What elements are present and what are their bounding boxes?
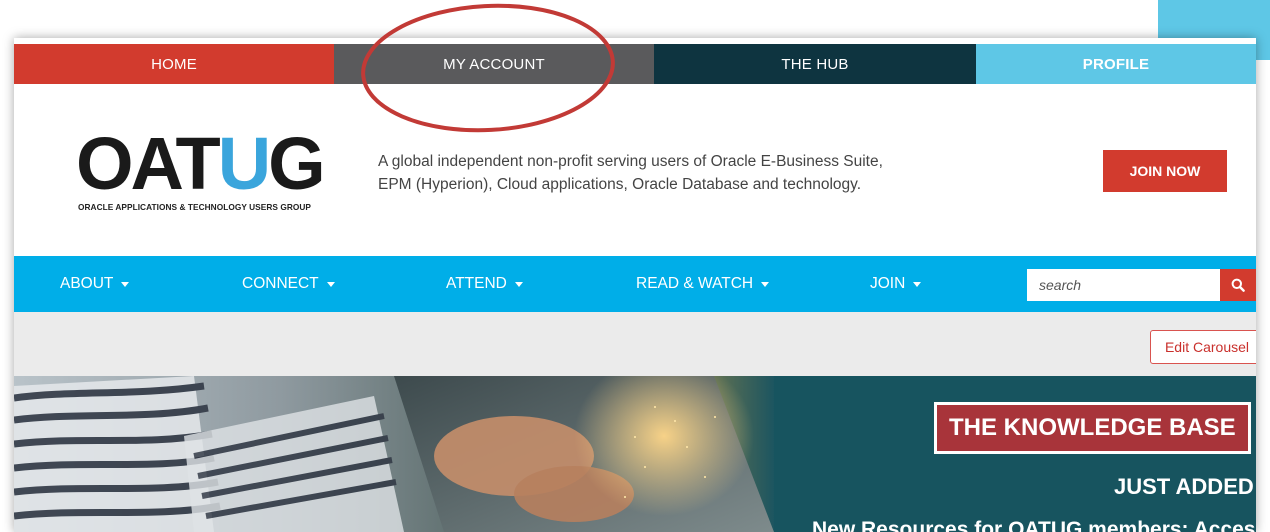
top-tab-bar: HOME MY ACCOUNT THE HUB PROFILE	[14, 44, 1256, 84]
edit-carousel-button[interactable]: Edit Carousel	[1150, 330, 1256, 364]
hero-subhead: JUST ADDED	[1114, 474, 1254, 499]
site-tagline: A global independent non-profit serving …	[378, 150, 1018, 196]
nav-join[interactable]: JOIN	[870, 256, 922, 312]
tagline-line-2: EPM (Hyperion), Cloud applications, Orac…	[378, 176, 862, 193]
edit-carousel-label: Edit Carousel	[1164, 339, 1250, 355]
caret-down-icon	[326, 281, 335, 287]
main-nav: ABOUT CONNECT ATTEND READ & WATCH JOIN	[14, 256, 1256, 312]
nav-about[interactable]: ABOUT	[60, 256, 130, 312]
nav-attend-label: ATTEND	[446, 275, 507, 292]
caret-down-icon	[121, 281, 130, 287]
nav-connect[interactable]: CONNECT	[242, 256, 335, 312]
search-input[interactable]	[1027, 269, 1220, 301]
carousel-toolbar: Edit Carousel	[14, 312, 1256, 376]
search-icon	[1231, 278, 1245, 292]
nav-join-label: JOIN	[870, 275, 906, 292]
tagline-line-1: A global independent non-profit serving …	[378, 153, 883, 170]
join-now-button[interactable]: JOIN NOW	[1103, 150, 1227, 192]
nav-attend[interactable]: ATTEND	[446, 256, 523, 312]
nav-about-label: ABOUT	[60, 275, 114, 292]
tab-profile-label: PROFILE	[1082, 55, 1150, 73]
caret-down-icon	[913, 281, 922, 287]
caret-down-icon	[761, 281, 770, 287]
caret-down-icon	[514, 281, 523, 287]
hero-headline: THE KNOWLEDGE BASE	[934, 402, 1251, 454]
logo-wordmark: OATUG	[76, 122, 326, 205]
nav-read-watch-label: READ & WATCH	[636, 275, 754, 292]
search-button[interactable]	[1220, 269, 1256, 301]
hero-teaser: New Resources for OATUG members: Access	[812, 518, 1256, 532]
tab-the-hub-label: THE HUB	[781, 55, 849, 73]
tab-the-hub[interactable]: THE HUB	[654, 44, 976, 84]
browser-page: HOME MY ACCOUNT THE HUB PROFILE OATUG OR…	[14, 38, 1256, 532]
logo-subtitle: ORACLE APPLICATIONS & TECHNOLOGY USERS G…	[78, 202, 311, 212]
tab-profile[interactable]: PROFILE	[976, 44, 1256, 84]
join-now-label: JOIN NOW	[1129, 163, 1201, 179]
nav-connect-label: CONNECT	[242, 275, 319, 292]
tab-home[interactable]: HOME	[14, 44, 334, 84]
hero-photo	[14, 376, 774, 532]
screenshot-stage: HOME MY ACCOUNT THE HUB PROFILE OATUG OR…	[0, 0, 1270, 532]
oatug-logo[interactable]: OATUG ORACLE APPLICATIONS & TECHNOLOGY U…	[76, 122, 366, 214]
annotation-circle	[361, 3, 615, 133]
hero-carousel[interactable]: THE KNOWLEDGE BASE JUST ADDED New Resour…	[14, 376, 1256, 532]
search-box	[1027, 269, 1256, 301]
nav-read-watch[interactable]: READ & WATCH	[636, 256, 770, 312]
site-header: OATUG ORACLE APPLICATIONS & TECHNOLOGY U…	[14, 84, 1256, 256]
tab-home-label: HOME	[151, 55, 197, 73]
